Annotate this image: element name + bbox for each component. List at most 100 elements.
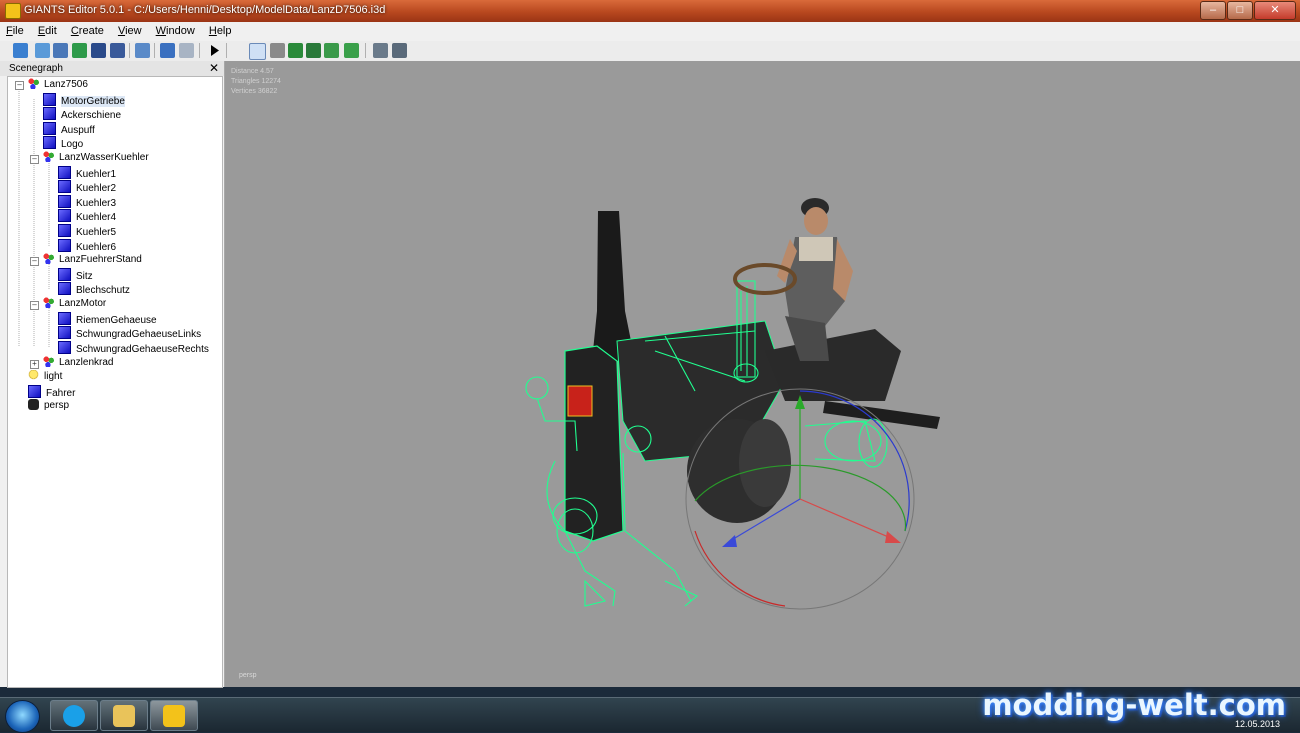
open-file-icon[interactable]	[35, 43, 50, 58]
scenegraph-panel: Scenegraph ✕ – – – – + Lanz7506 MotorGet…	[0, 61, 225, 688]
menu-file[interactable]: File	[0, 22, 29, 37]
shape-icon	[58, 341, 71, 354]
3d-viewport[interactable]: Distance 4.57 Triangles 12274 Vertices 3…	[225, 61, 1300, 687]
shape-icon	[43, 93, 56, 106]
tree-node-persp[interactable]: persp	[28, 399, 69, 413]
tree-node-blechschutz[interactable]: Blechschutz	[58, 282, 130, 296]
redo-icon[interactable]	[179, 43, 194, 58]
expand-toggle[interactable]: +	[30, 360, 39, 369]
shape-icon	[58, 195, 71, 208]
taskbar-date: 12.05.2013	[1234, 719, 1280, 729]
menu-create[interactable]: Create	[65, 22, 109, 37]
shape-icon	[58, 268, 71, 281]
properties-icon[interactable]	[135, 43, 150, 58]
physics-icon[interactable]	[373, 43, 388, 58]
menu-bar: File Edit Create View Window Help	[0, 22, 1300, 42]
select-tool-icon[interactable]	[249, 43, 266, 60]
tree-node-light[interactable]: light	[28, 370, 62, 384]
tree-node-kuehler5[interactable]: Kuehler5	[58, 224, 116, 238]
save-icon[interactable]	[91, 43, 106, 58]
watermark: modding-welt.com	[982, 688, 1286, 722]
tree-node-lanzlenkrad[interactable]: Lanzlenkrad	[43, 356, 113, 370]
physics-debug-icon[interactable]	[392, 43, 407, 58]
transform-group-icon	[43, 356, 54, 367]
shape-icon	[43, 136, 56, 149]
flywheel-face	[739, 419, 791, 507]
shape-icon	[58, 180, 71, 193]
tree-node-sitz[interactable]: Sitz	[58, 268, 93, 282]
shape-icon	[58, 239, 71, 252]
tree-node-kuehler6[interactable]: Kuehler6	[58, 239, 116, 253]
shape-icon	[58, 209, 71, 222]
tree-node-motorgetriebe[interactable]: MotorGetriebe	[43, 93, 125, 107]
terrain-paint-icon[interactable]	[324, 43, 339, 58]
shape-icon	[58, 312, 71, 325]
tree-node-logo[interactable]: Logo	[43, 136, 83, 150]
tree-node-fahrer[interactable]: Fahrer	[28, 385, 75, 399]
tree-node-kuehler1[interactable]: Kuehler1	[58, 166, 116, 180]
scenegraph-tree[interactable]: – – – – + Lanz7506 MotorGetriebe Ackersc…	[7, 76, 223, 688]
shape-icon	[58, 282, 71, 295]
save-all-icon[interactable]	[110, 43, 125, 58]
maximize-button[interactable]: □	[1227, 1, 1253, 20]
light-icon	[28, 370, 39, 381]
tree-node-ackerschiene[interactable]: Ackerschiene	[43, 107, 121, 121]
menu-window[interactable]: Window	[150, 22, 200, 37]
scenegraph-title: Scenegraph	[9, 63, 63, 74]
tree-node-kuehler3[interactable]: Kuehler3	[58, 195, 116, 209]
terrain-smooth-icon[interactable]	[306, 43, 321, 58]
camera-label: persp	[239, 672, 257, 679]
camera-icon	[28, 399, 39, 410]
taskbar-explorer[interactable]	[100, 700, 148, 731]
tree-node-lanz7506[interactable]: Lanz7506	[28, 78, 88, 92]
collapse-toggle[interactable]: –	[30, 301, 39, 310]
undo-icon[interactable]	[160, 43, 175, 58]
collapse-toggle[interactable]: –	[15, 81, 24, 90]
collapse-toggle[interactable]: –	[30, 155, 39, 164]
minimize-button[interactable]: –	[1200, 1, 1226, 20]
scene-render	[525, 198, 940, 610]
menu-edit[interactable]: Edit	[32, 22, 62, 37]
explorer-icon	[113, 705, 135, 727]
tree-node-schwungradgehaeuserechts[interactable]: SchwungradGehaeuseRechts	[58, 341, 209, 355]
toolbar	[0, 41, 1300, 62]
taskbar-skype[interactable]	[50, 700, 98, 731]
transform-group-icon	[28, 78, 39, 89]
translate-tool-icon[interactable]	[270, 43, 285, 58]
close-panel-icon[interactable]: ✕	[209, 61, 219, 76]
menu-help[interactable]: Help	[203, 22, 237, 37]
close-button[interactable]: ✕	[1254, 1, 1296, 20]
tree-node-kuehler2[interactable]: Kuehler2	[58, 180, 116, 194]
tree-node-riemengehaeuse[interactable]: RiemenGehaeuse	[58, 312, 157, 326]
tree-node-lanzwasserkuehler[interactable]: LanzWasserKuehler	[43, 151, 149, 165]
exhaust-stack	[592, 211, 635, 361]
start-button[interactable]	[5, 700, 40, 733]
tree-node-kuehler4[interactable]: Kuehler4	[58, 209, 116, 223]
lanz-logo-plate	[567, 385, 593, 417]
tree-node-auspuff[interactable]: Auspuff	[43, 122, 95, 136]
transform-group-icon	[43, 297, 54, 308]
tree-node-lanzfuehrerstand[interactable]: LanzFuehrerStand	[43, 253, 142, 267]
shape-icon	[43, 107, 56, 120]
shape-icon	[58, 224, 71, 237]
import-icon[interactable]	[53, 43, 68, 58]
new-file-icon[interactable]	[13, 43, 28, 58]
giants-editor-icon	[163, 705, 185, 727]
taskbar-giants-editor[interactable]	[150, 700, 198, 731]
menu-view[interactable]: View	[112, 22, 147, 37]
foliage-paint-icon[interactable]	[344, 43, 359, 58]
skype-icon	[63, 705, 85, 727]
refresh-icon[interactable]	[72, 43, 87, 58]
collapse-toggle[interactable]: –	[30, 257, 39, 266]
window-title: GIANTS Editor 5.0.1 - C:/Users/Henni/Des…	[24, 4, 386, 16]
window-titlebar: GIANTS Editor 5.0.1 - C:/Users/Henni/Des…	[0, 0, 1300, 22]
shape-icon	[58, 166, 71, 179]
terrain-raise-icon[interactable]	[288, 43, 303, 58]
shape-icon	[58, 326, 71, 339]
tree-node-lanzmotor[interactable]: LanzMotor	[43, 297, 106, 311]
transform-group-icon	[43, 253, 54, 264]
shape-icon	[43, 122, 56, 135]
play-icon[interactable]	[207, 43, 222, 58]
shape-icon	[28, 385, 41, 398]
tree-node-schwungradgehaeuselinks[interactable]: SchwungradGehaeuseLinks	[58, 326, 201, 340]
